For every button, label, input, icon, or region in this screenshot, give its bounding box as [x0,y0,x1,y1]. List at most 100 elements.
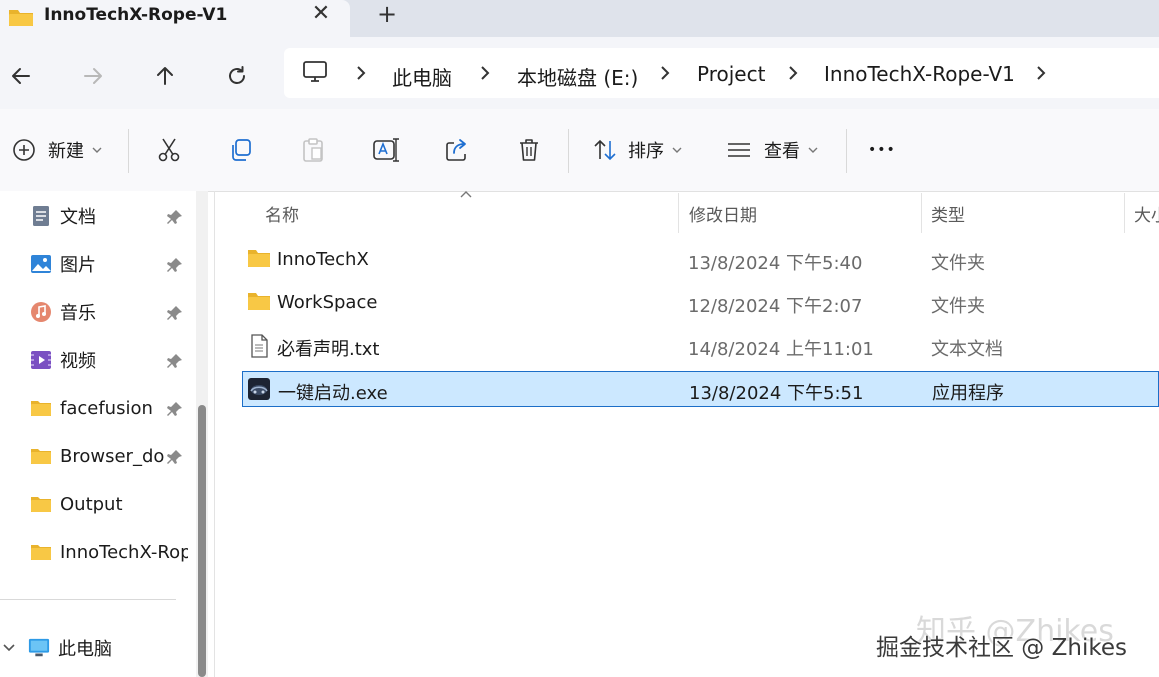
copy-icon [232,139,251,161]
file-type: 文本文档 [931,339,1003,360]
list-view-icon [728,143,750,157]
sidebar-scrollbar-thumb[interactable] [198,405,206,677]
documents-icon [30,205,52,227]
chevron-right-icon[interactable] [786,63,800,83]
back-button[interactable] [4,59,38,93]
file-row[interactable]: WorkSpace 12/8/2024 下午2:07 文件夹 [242,285,1159,321]
this-pc-icon [28,637,50,659]
folder-icon [30,493,52,515]
cut-button[interactable] [156,135,182,165]
forward-button[interactable] [76,59,110,93]
pin-icon[interactable] [166,304,184,322]
tab-active[interactable]: InnoTechX-Rope-V1 ✕ [0,0,350,40]
column-header-type[interactable]: 类型 [931,201,965,226]
file-name: InnoTechX [277,249,369,270]
address-bar[interactable]: 此电脑 本地磁盘 (E:) Project InnoTechX-Rope-V1 [284,48,1159,98]
pictures-icon [30,253,52,275]
sort-arrows-icon [594,139,616,161]
chevron-down-icon [672,147,682,153]
breadcrumb-local-disk[interactable]: 本地磁盘 (E:) [517,62,638,91]
file-type: 应用程序 [932,383,1004,404]
file-row[interactable]: 必看声明.txt 14/8/2024 上午11:01 文本文档 [242,328,1159,364]
tab-strip: InnoTechX-Rope-V1 ✕ + [0,0,1159,40]
more-options-button[interactable]: ••• [868,135,896,165]
file-row-selected[interactable]: 一键启动.exe 13/8/2024 下午5:51 应用程序 [242,371,1159,407]
new-button[interactable]: 新建 [12,135,102,165]
pin-icon[interactable] [166,256,184,274]
file-date: 14/8/2024 上午11:01 [688,339,874,360]
column-divider[interactable] [1124,193,1125,233]
text-file-icon [247,334,271,362]
toolbar-divider [568,129,569,173]
refresh-button[interactable] [220,59,254,93]
navigation-bar: 此电脑 本地磁盘 (E:) Project InnoTechX-Rope-V1 [0,37,1159,109]
chevron-right-icon[interactable] [1034,63,1048,83]
folder-icon [247,291,271,315]
folder-icon [30,541,52,563]
share-button[interactable] [444,135,470,165]
chevron-down-icon [92,147,102,153]
file-type: 文件夹 [931,253,985,274]
view-button[interactable]: 查看 [726,135,818,165]
file-name: WorkSpace [277,292,378,313]
pin-icon[interactable] [166,448,184,466]
close-icon[interactable]: ✕ [308,0,334,28]
watermark-juejin: 掘金技术社区 @ Zhikes [876,635,1127,661]
new-tab-button[interactable]: + [374,0,400,28]
column-header-date[interactable]: 修改日期 [689,201,757,226]
pin-icon[interactable] [166,400,184,418]
sidebar-item-label: Browser_download [60,445,164,467]
arrow-right-icon [84,68,102,84]
new-label: 新建 [48,141,84,162]
paste-icon [303,138,323,162]
refresh-icon [229,66,245,84]
more-icon: ••• [868,142,896,158]
copy-button[interactable] [228,135,254,165]
music-icon [30,301,52,323]
breadcrumb-current-folder[interactable]: InnoTechX-Rope-V1 [824,62,1015,86]
this-pc-icon[interactable] [302,60,328,88]
command-bar: 新建 排序 查看 ••• [0,109,1159,192]
chevron-down-icon[interactable] [2,643,16,653]
sidebar-item-innotechx-rope[interactable]: InnoTechX-Rope [30,537,190,567]
arrow-up-icon [157,67,173,85]
paste-button[interactable] [300,135,326,165]
rename-icon [373,138,399,162]
delete-button[interactable] [516,135,542,165]
sidebar-item-this-pc[interactable]: 此电脑 [0,633,190,663]
sidebar-item-output[interactable]: Output [30,489,190,519]
exe-app-icon [247,377,271,405]
breadcrumb-this-pc[interactable]: 此电脑 [392,62,452,91]
column-divider[interactable] [921,193,922,233]
tab-title: InnoTechX-Rope-V1 [44,5,228,25]
sidebar-item-label: Output [60,493,123,515]
file-name: 必看声明.txt [277,339,380,360]
column-header-name[interactable]: 名称 [265,201,299,226]
chevron-right-icon[interactable] [478,63,492,83]
breadcrumb-project[interactable]: Project [697,62,765,86]
rename-button[interactable] [372,135,400,165]
sort-up-icon [460,191,472,198]
file-date: 13/8/2024 下午5:40 [688,253,863,274]
pin-icon[interactable] [166,352,184,370]
pane-divider [214,191,215,677]
chevron-down-icon [808,147,818,153]
chevron-right-icon[interactable] [658,63,672,83]
chevron-right-icon[interactable] [354,63,368,83]
file-name: 一键启动.exe [278,383,388,404]
up-button[interactable] [148,59,182,93]
folder-icon [8,6,34,32]
scissors-icon [158,138,180,162]
share-icon [446,139,466,161]
file-row[interactable]: InnoTechX 13/8/2024 下午5:40 文件夹 [242,242,1159,278]
sidebar-item-label: InnoTechX-Rope [60,541,188,563]
file-date: 13/8/2024 下午5:51 [689,383,864,404]
plus-circle-icon [13,139,35,161]
sidebar-item-label: 此电脑 [58,639,112,660]
column-header-size[interactable]: 大小 [1134,201,1159,226]
videos-icon [30,349,52,371]
sort-button[interactable]: 排序 [592,135,682,165]
arrow-left-icon [12,68,30,84]
pin-icon[interactable] [166,208,184,226]
column-divider[interactable] [678,193,679,233]
